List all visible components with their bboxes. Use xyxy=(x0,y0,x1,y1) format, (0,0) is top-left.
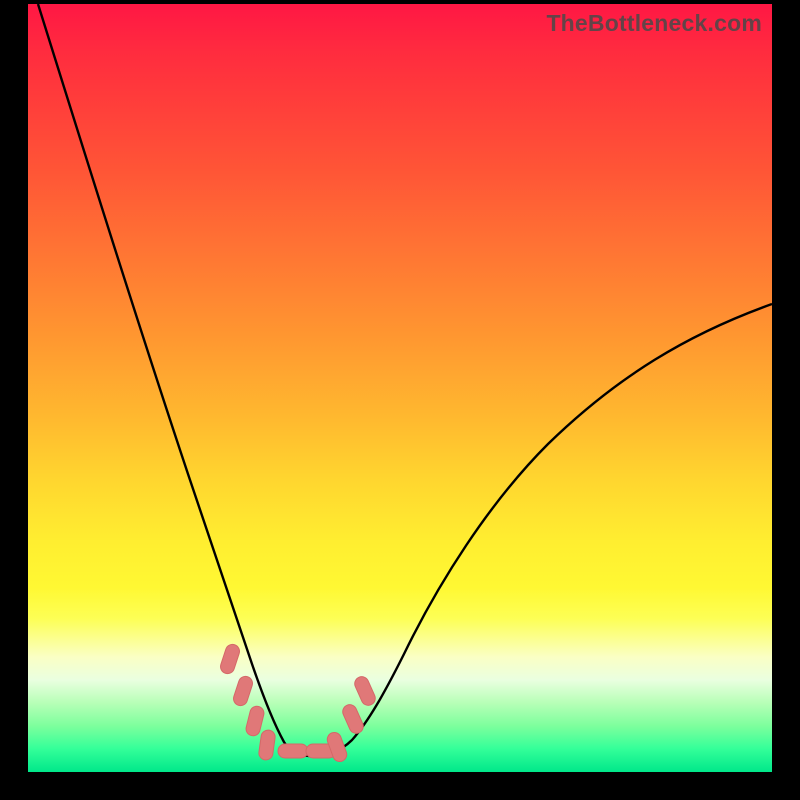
bottleneck-curve xyxy=(28,4,772,772)
chart-frame: TheBottleneck.com xyxy=(0,0,800,800)
curve-path xyxy=(38,4,772,756)
curve-markers xyxy=(219,643,378,764)
plot-area: TheBottleneck.com xyxy=(28,4,772,772)
